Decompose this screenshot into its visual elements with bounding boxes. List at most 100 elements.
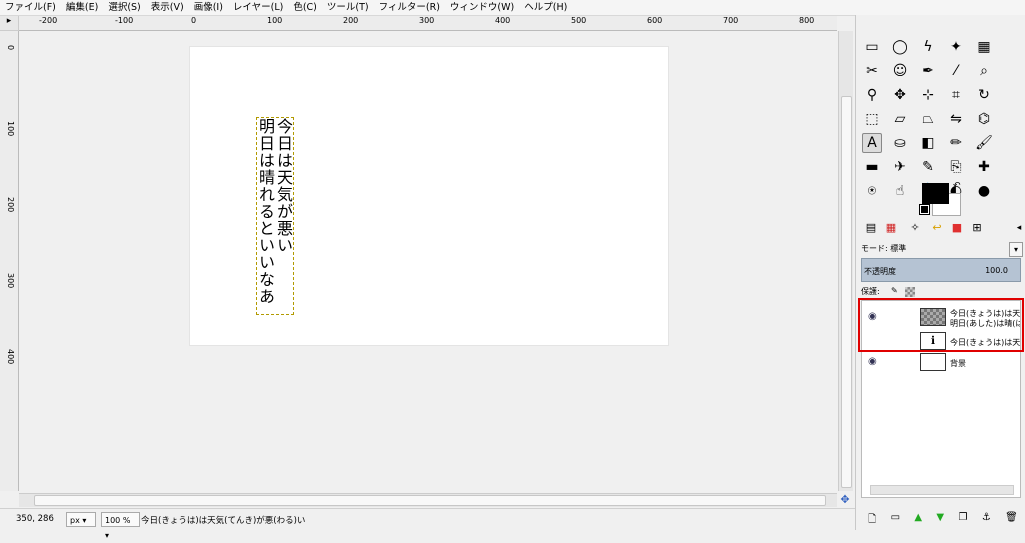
ruler-label: 800 — [799, 16, 815, 25]
delete-layer-icon[interactable]: 🗑 — [1005, 512, 1018, 528]
opacity-label: 不透明度 — [864, 267, 896, 276]
color-select-tool-icon[interactable]: ▦ — [974, 37, 994, 57]
shear-tool-icon[interactable]: ▱ — [890, 109, 910, 129]
rotate-tool-icon[interactable]: ↻ — [974, 85, 994, 105]
ruler-label: 0 — [191, 16, 197, 25]
flip-tool-icon[interactable]: ⇋ — [946, 109, 966, 129]
ruler-label: 200 — [343, 16, 359, 25]
menu-view[interactable]: 表示(V) — [146, 0, 189, 15]
mode-label: モード: — [861, 244, 888, 253]
mode-dropdown-icon[interactable]: ▾ — [1009, 242, 1023, 257]
pencil-tool-icon[interactable]: ✏ — [946, 133, 966, 153]
menu-layer[interactable]: レイヤー(L) — [228, 0, 288, 15]
eye-icon[interactable]: ◉ — [868, 356, 877, 367]
vertical-ruler[interactable]: 0 100 200 300 400 — [0, 31, 19, 491]
brushes-tab-icon[interactable]: ■ — [948, 220, 966, 236]
menu-filters[interactable]: フィルター(R) — [374, 0, 445, 15]
ruler-label: 500 — [571, 16, 587, 25]
raise-layer-icon[interactable]: ▲ — [914, 512, 922, 528]
dynamics-tab-icon[interactable]: ⊞ — [968, 220, 986, 236]
navigate-icon[interactable]: ✥ — [838, 493, 852, 506]
opacity-slider[interactable]: 不透明度 100.0 — [861, 258, 1021, 282]
mode-value[interactable]: 標準 — [890, 244, 906, 253]
layer-row-background[interactable]: ◉ 背景 — [862, 352, 1020, 374]
clone-tool-icon[interactable]: ⎘ — [946, 157, 966, 177]
paths-tool-icon[interactable]: ✒ — [918, 61, 938, 81]
layer-thumbnail — [920, 353, 946, 371]
menu-image[interactable]: 画像(I) — [189, 0, 228, 15]
ruler-label: 100 — [267, 16, 283, 25]
heal-tool-icon[interactable]: ✚ — [974, 157, 994, 177]
paths-tab-icon[interactable]: ✧ — [906, 220, 924, 236]
align-tool-icon[interactable]: ⊹ — [918, 85, 938, 105]
undo-tab-icon[interactable]: ↩ — [928, 220, 946, 236]
text-tool-icon[interactable]: A — [862, 133, 882, 153]
duplicate-layer-icon[interactable]: ❐ — [958, 512, 967, 528]
default-colors-icon[interactable] — [919, 204, 930, 215]
eraser-tool-icon[interactable]: ▬ — [862, 157, 882, 177]
ruler-label: 400 — [6, 349, 15, 365]
ruler-label: -100 — [115, 16, 134, 25]
horizontal-ruler[interactable]: -200 -100 0 100 200 300 400 500 600 700 … — [19, 16, 837, 31]
layers-scrollbar[interactable] — [870, 485, 1014, 495]
ink-tool-icon[interactable]: ✎ — [918, 157, 938, 177]
smudge-tool-icon[interactable]: ☝ — [890, 181, 910, 201]
bucket-fill-tool-icon[interactable]: ⛀ — [890, 133, 910, 153]
ruler-label: 300 — [419, 16, 435, 25]
zoom-select[interactable]: 100 % ▾ — [101, 512, 140, 540]
new-layer-group-icon[interactable]: ▭ — [891, 512, 900, 528]
ellipse-select-tool-icon[interactable]: ◯ — [890, 37, 910, 57]
layer-buttons: 🗋 ▭ ▲ ▼ ❐ ⚓ 🗑 — [861, 512, 1025, 528]
paintbrush-tool-icon[interactable]: 🖌 — [974, 133, 994, 153]
status-bar: 350, 286 px ▾ 100 % ▾ 今日(きょうは)は天気(てんき)が悪… — [0, 508, 855, 540]
lower-layer-icon[interactable]: ▼ — [936, 512, 944, 528]
move-tool-icon[interactable]: ✥ — [890, 85, 910, 105]
fuzzy-select-tool-icon[interactable]: ✦ — [946, 37, 966, 57]
channels-tab-icon[interactable]: ▦ — [882, 220, 900, 236]
new-layer-icon[interactable]: 🗋 — [868, 512, 876, 528]
text-layer-box[interactable]: 今日は天気が悪い 明日は晴れるといいなあ — [256, 117, 294, 315]
foreground-select-tool-icon[interactable]: ☺ — [890, 61, 910, 81]
scissors-select-tool-icon[interactable]: ✂ — [862, 61, 882, 81]
ruler-label: 700 — [723, 16, 739, 25]
anchor-layer-icon[interactable]: ⚓ — [982, 512, 991, 528]
free-select-tool-icon[interactable]: ϟ — [918, 37, 938, 57]
ruler-label: 300 — [6, 273, 15, 289]
foreground-color-swatch[interactable] — [922, 183, 949, 204]
perspective-tool-icon[interactable]: ⏢ — [918, 109, 938, 129]
ruler-label: 400 — [495, 16, 511, 25]
opacity-value[interactable]: 100.0 — [985, 266, 1008, 275]
lock-pixels-icon[interactable]: ✎ — [891, 286, 898, 295]
vertical-scroll-thumb[interactable] — [841, 96, 852, 488]
zoom-tool-icon[interactable]: ⌕ — [974, 61, 994, 81]
swap-colors-icon[interactable]: ↶ — [953, 181, 961, 191]
lock-alpha-icon[interactable] — [905, 287, 915, 297]
menu-windows[interactable]: ウィンドウ(W) — [445, 0, 519, 15]
crop-tool-icon[interactable]: ⌗ — [946, 85, 966, 105]
ruler-label: 200 — [6, 197, 15, 213]
menu-colors[interactable]: 色(C) — [288, 0, 322, 15]
scale-tool-icon[interactable]: ⬚ — [862, 109, 882, 129]
menu-edit[interactable]: 編集(E) — [61, 0, 103, 15]
airbrush-tool-icon[interactable]: ✈ — [890, 157, 910, 177]
unit-select[interactable]: px ▾ — [66, 512, 96, 527]
layers-tab-icon[interactable]: ▤ — [862, 220, 880, 236]
menu-file[interactable]: ファイル(F) — [0, 0, 61, 15]
cage-transform-tool-icon[interactable]: ⌬ — [974, 109, 994, 129]
dock-menu-icon[interactable]: ◂ — [1010, 220, 1025, 236]
menu-select[interactable]: 選択(S) — [103, 0, 145, 15]
ruler-label: 100 — [6, 121, 15, 137]
color-picker-tool-icon[interactable]: ⁄ — [946, 61, 966, 81]
rect-select-tool-icon[interactable]: ▭ — [862, 37, 882, 57]
perspective-clone-tool-icon[interactable]: ⍟ — [862, 181, 882, 201]
menu-help[interactable]: ヘルプ(H) — [519, 0, 572, 15]
status-message: 今日(きょうは)は天気(てんき)が悪(わる)い — [141, 516, 306, 526]
ruler-label: 600 — [647, 16, 663, 25]
ruler-corner-button[interactable]: ▸ — [0, 16, 19, 31]
menu-tools[interactable]: ツール(T) — [322, 0, 374, 15]
annotation-highlight-box — [858, 298, 1024, 352]
measure-tool-icon[interactable]: ⚲ — [862, 85, 882, 105]
blend-tool-icon[interactable]: ◧ — [918, 133, 938, 153]
horizontal-scroll-thumb[interactable] — [34, 495, 826, 506]
mypaint-brush-tool-icon[interactable]: ● — [974, 181, 994, 201]
